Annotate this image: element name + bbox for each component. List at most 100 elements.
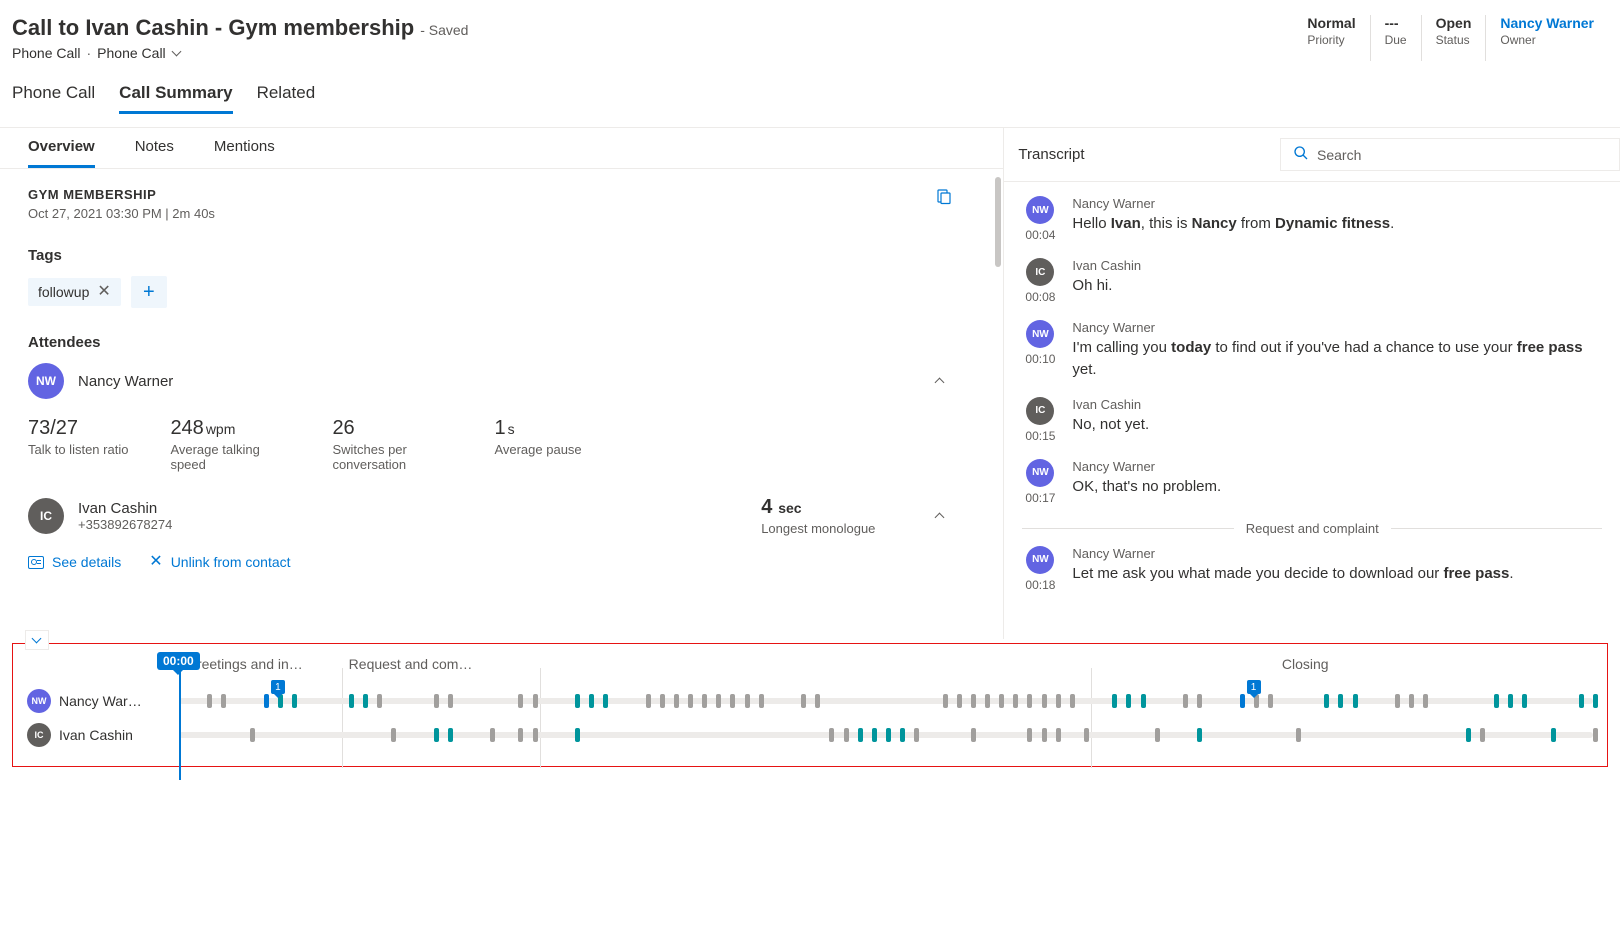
timeline-tick[interactable] (363, 694, 368, 708)
timeline-tick[interactable] (985, 694, 990, 708)
timeline-tick[interactable] (1197, 694, 1202, 708)
timeline-tick[interactable] (829, 728, 834, 742)
timeline-tick[interactable] (391, 728, 396, 742)
transcript-entry[interactable]: NW00:10Nancy WarnerI'm calling you today… (1022, 320, 1602, 381)
add-tag-button[interactable]: + (131, 276, 167, 308)
subtab-notes[interactable]: Notes (135, 138, 174, 168)
timeline-tick[interactable] (660, 694, 665, 708)
timeline-tick[interactable] (1197, 728, 1202, 742)
timeline-tick[interactable] (1466, 728, 1471, 742)
unlink-contact-link[interactable]: ✕ Unlink from contact (149, 554, 290, 570)
search-field[interactable] (1317, 147, 1607, 163)
timeline-tick[interactable] (207, 694, 212, 708)
timeline-tick[interactable] (1155, 728, 1160, 742)
timeline-tick[interactable] (377, 694, 382, 708)
transcript-entry[interactable]: NW00:04Nancy WarnerHello Ivan, this is N… (1022, 196, 1602, 242)
timeline-tick[interactable] (1056, 694, 1061, 708)
tab-call-summary[interactable]: Call Summary (119, 83, 232, 114)
timeline-tick[interactable] (448, 728, 453, 742)
timeline-tick[interactable] (759, 694, 764, 708)
timeline-tick[interactable] (1042, 694, 1047, 708)
timeline-tick[interactable] (872, 728, 877, 742)
tab-phone-call[interactable]: Phone Call (12, 83, 95, 114)
timeline-tick[interactable] (1593, 694, 1598, 708)
timeline-tick[interactable] (1042, 728, 1047, 742)
timeline-tick[interactable] (1395, 694, 1400, 708)
timeline-tick[interactable] (702, 694, 707, 708)
timeline-tick[interactable] (533, 694, 538, 708)
bookmark-icon[interactable]: 1 (1247, 680, 1261, 694)
timeline-tick[interactable] (1268, 694, 1273, 708)
timeline-tick[interactable] (844, 728, 849, 742)
timeline-tick[interactable] (674, 694, 679, 708)
timeline-tick[interactable] (1027, 728, 1032, 742)
timeline-tick[interactable] (886, 728, 891, 742)
timeline-tick[interactable] (858, 728, 863, 742)
timeline-tick[interactable] (589, 694, 594, 708)
scrollbar[interactable] (995, 177, 1001, 267)
tag-chip[interactable]: followup ✕ (28, 278, 121, 306)
timeline-tick[interactable] (1141, 694, 1146, 708)
timeline-tick[interactable] (815, 694, 820, 708)
timeline-tick[interactable] (1183, 694, 1188, 708)
timeline-tick[interactable] (533, 728, 538, 742)
timeline-tick[interactable] (745, 694, 750, 708)
timeline-tick[interactable] (1013, 694, 1018, 708)
meta-owner[interactable]: Nancy Warner Owner (1485, 15, 1608, 61)
timeline-tick[interactable] (688, 694, 693, 708)
timeline-track[interactable]: 11 (179, 698, 1593, 704)
timeline-tick[interactable] (575, 728, 580, 742)
timeline-tick[interactable] (1494, 694, 1499, 708)
chevron-up-icon[interactable] (935, 511, 945, 521)
timeline-tick[interactable] (1522, 694, 1527, 708)
timeline-tick[interactable] (221, 694, 226, 708)
bookmark-icon[interactable]: 1 (271, 680, 285, 694)
attendee-row[interactable]: NW Nancy Warner (28, 363, 975, 399)
see-details-link[interactable]: See details (28, 554, 121, 570)
breadcrumb[interactable]: Phone Call · Phone Call (12, 45, 468, 61)
timeline-tick[interactable] (999, 694, 1004, 708)
timeline-tick[interactable] (1126, 694, 1131, 708)
collapse-button[interactable] (25, 630, 49, 650)
timeline-tick[interactable] (1353, 694, 1358, 708)
transcript-entry[interactable]: IC00:15Ivan CashinNo, not yet. (1022, 397, 1602, 443)
timeline-tick[interactable] (957, 694, 962, 708)
timeline-tick[interactable] (1324, 694, 1329, 708)
timeline-tick[interactable] (264, 694, 269, 708)
chevron-up-icon[interactable] (935, 376, 945, 386)
timeline-tick[interactable] (603, 694, 608, 708)
timeline-tick[interactable] (730, 694, 735, 708)
meta-priority[interactable]: Normal Priority (1293, 15, 1369, 61)
meta-due[interactable]: --- Due (1370, 15, 1421, 61)
timeline-tick[interactable] (1296, 728, 1301, 742)
meta-status[interactable]: Open Status (1421, 15, 1486, 61)
timeline-tick[interactable] (1579, 694, 1584, 708)
timeline-tick[interactable] (1409, 694, 1414, 708)
subtab-mentions[interactable]: Mentions (214, 138, 275, 168)
timeline-tick[interactable] (801, 694, 806, 708)
timeline-tick[interactable] (518, 728, 523, 742)
timeline-tick[interactable] (1551, 728, 1556, 742)
timeline-tick[interactable] (518, 694, 523, 708)
playhead[interactable]: 00:00 (179, 660, 181, 780)
timeline-tick[interactable] (646, 694, 651, 708)
timeline-track[interactable] (179, 732, 1593, 738)
tab-related[interactable]: Related (257, 83, 316, 114)
timeline-tick[interactable] (434, 728, 439, 742)
copy-icon[interactable] (935, 187, 953, 208)
search-input[interactable] (1280, 138, 1620, 171)
transcript-entry[interactable]: NW00:18Nancy WarnerLet me ask you what m… (1022, 546, 1602, 592)
timeline-tick[interactable] (575, 694, 580, 708)
timeline-tick[interactable] (448, 694, 453, 708)
timeline-tick[interactable] (1112, 694, 1117, 708)
timeline-tick[interactable] (1084, 728, 1089, 742)
close-icon[interactable]: ✕ (97, 284, 110, 300)
timeline-tick[interactable] (250, 728, 255, 742)
timeline-tick[interactable] (943, 694, 948, 708)
transcript-entry[interactable]: NW00:17Nancy WarnerOK, that's no problem… (1022, 459, 1602, 505)
attendee-row[interactable]: IC Ivan Cashin +353892678274 4 sec Longe… (28, 496, 975, 536)
timeline-tick[interactable] (1027, 694, 1032, 708)
timeline-tick[interactable] (1423, 694, 1428, 708)
timeline-tick[interactable] (1480, 728, 1485, 742)
timeline-tick[interactable] (490, 728, 495, 742)
